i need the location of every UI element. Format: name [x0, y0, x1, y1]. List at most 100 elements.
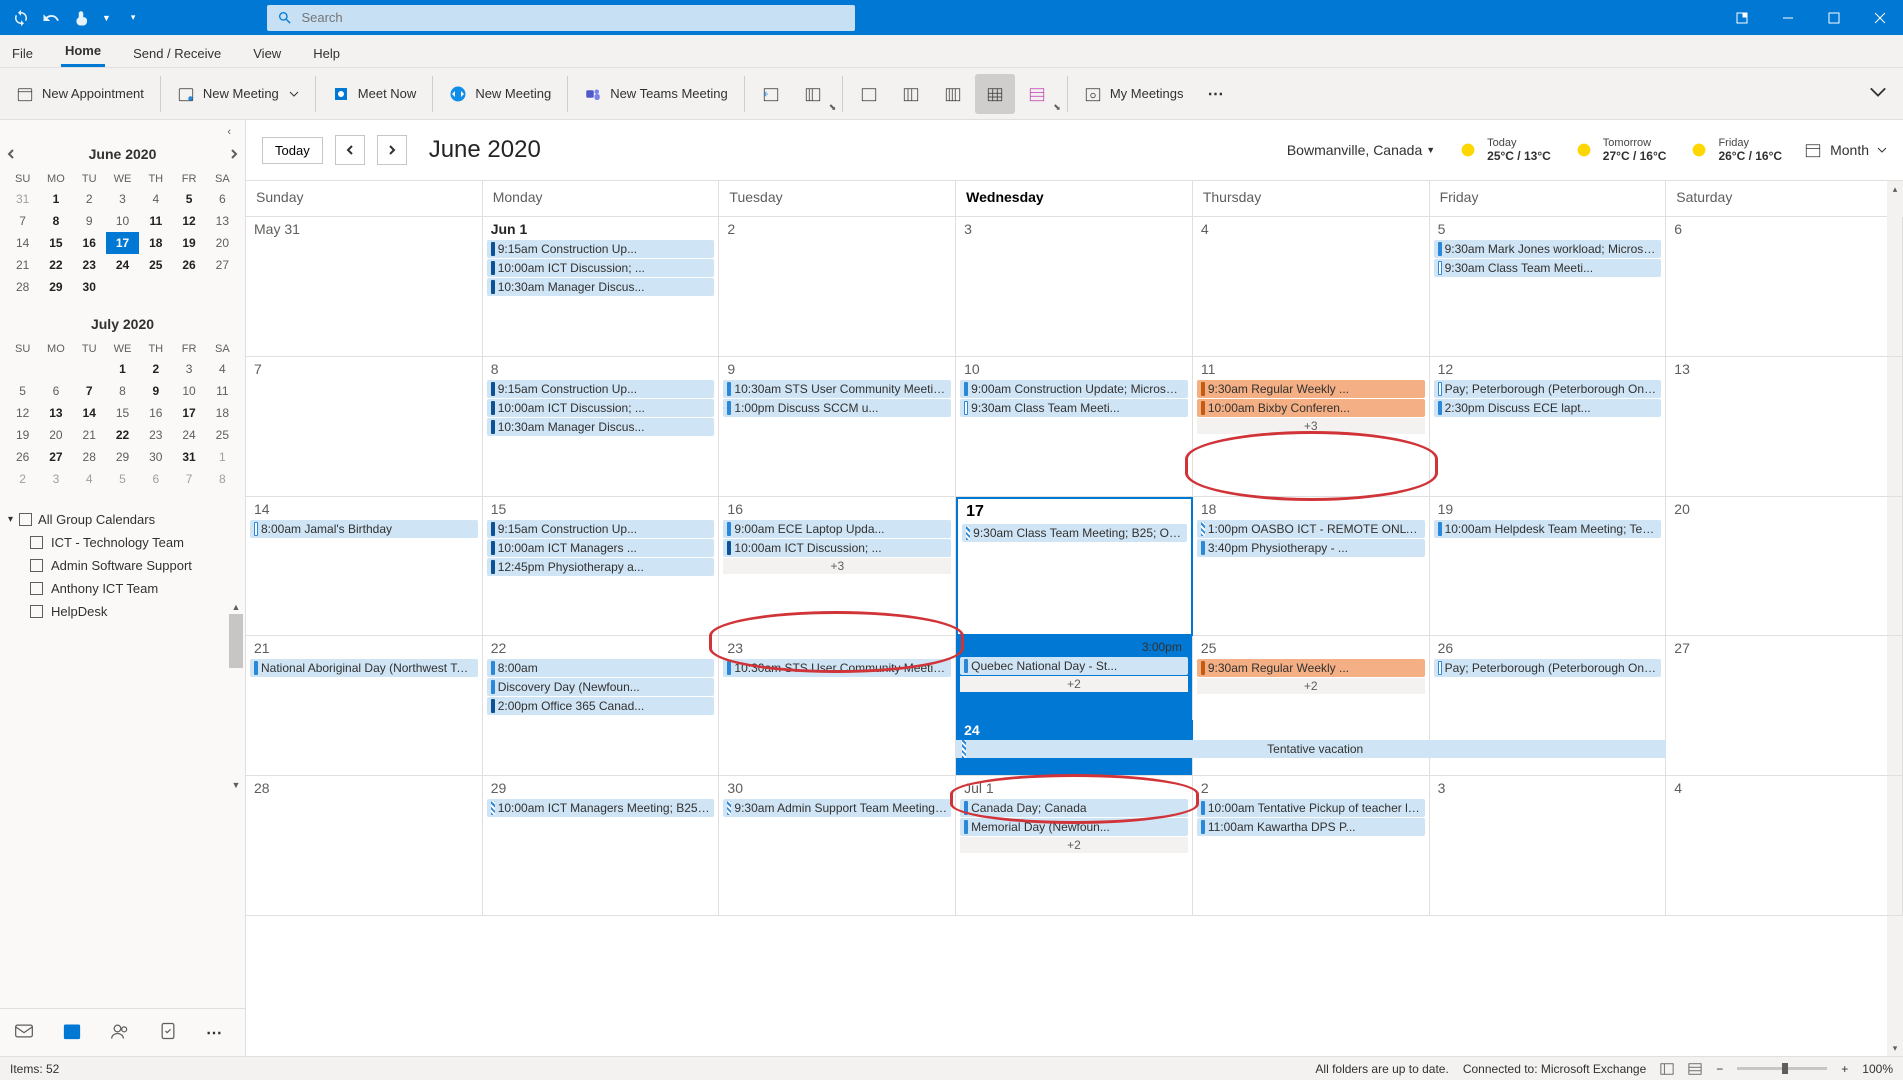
- prev-period-button[interactable]: [335, 135, 365, 165]
- mini-day[interactable]: 28: [73, 446, 106, 468]
- mini-day[interactable]: 8: [206, 468, 239, 490]
- mini-day[interactable]: [73, 358, 106, 380]
- event-item[interactable]: 9:00am ECE Laptop Upda...: [723, 520, 951, 538]
- checkbox-icon[interactable]: [30, 582, 43, 595]
- event-item[interactable]: 10:30am Manager Discus...: [487, 278, 715, 296]
- tab-view[interactable]: View: [249, 40, 285, 67]
- mini-day[interactable]: 10: [106, 210, 139, 232]
- mini-day[interactable]: 21: [73, 424, 106, 446]
- mini-day[interactable]: 13: [39, 402, 72, 424]
- people-nav-icon[interactable]: [110, 1021, 130, 1044]
- event-item[interactable]: 9:30am Class Team Meeti...: [1434, 259, 1662, 277]
- mini-day[interactable]: 5: [6, 380, 39, 402]
- mini-day[interactable]: 9: [139, 380, 172, 402]
- mini-day[interactable]: 31: [172, 446, 205, 468]
- day-cell[interactable]: 4: [1666, 776, 1903, 916]
- mini-day[interactable]: 30: [73, 276, 106, 298]
- mini-day[interactable]: 5: [106, 468, 139, 490]
- new-appointment-button[interactable]: New Appointment: [6, 74, 154, 114]
- mini-day[interactable]: 2: [73, 188, 106, 210]
- zoom-in-button[interactable]: +: [1841, 1062, 1848, 1076]
- mini-day[interactable]: [6, 358, 39, 380]
- more-events-indicator[interactable]: +3: [1197, 418, 1425, 434]
- day-view-button[interactable]: [849, 74, 889, 114]
- today-button[interactable]: Today: [262, 137, 323, 164]
- event-item[interactable]: 10:30am STS User Community Meeting; STS.…: [723, 659, 951, 677]
- event-item[interactable]: Canada Day; Canada: [960, 799, 1188, 817]
- mini-day[interactable]: 9: [73, 210, 106, 232]
- zoom-slider[interactable]: [1737, 1067, 1827, 1070]
- search-input[interactable]: [301, 10, 845, 25]
- day-cell[interactable]: 2: [719, 217, 956, 357]
- tab-help[interactable]: Help: [309, 40, 344, 67]
- event-item[interactable]: 9:15am Construction Up...: [487, 240, 715, 258]
- mini-day[interactable]: 31: [6, 188, 39, 210]
- checkbox-icon[interactable]: [30, 605, 43, 618]
- event-item[interactable]: Quebec National Day - St...: [960, 657, 1188, 675]
- day-cell[interactable]: 1910:00am Helpdesk Team Meeting; Teams; …: [1430, 497, 1667, 637]
- day-cell[interactable]: 6: [1666, 217, 1903, 357]
- event-item[interactable]: Discovery Day (Newfoun...: [487, 678, 715, 696]
- mini-day[interactable]: 23: [139, 424, 172, 446]
- mini-day[interactable]: 1: [206, 446, 239, 468]
- event-item[interactable]: 9:30am Regular Weekly ...: [1197, 659, 1425, 677]
- mini-day[interactable]: 10: [172, 380, 205, 402]
- mini-day[interactable]: 4: [73, 468, 106, 490]
- day-cell[interactable]: 21National Aboriginal Day (Northwest Ter…: [246, 636, 483, 776]
- mini-day[interactable]: 22: [106, 424, 139, 446]
- event-item[interactable]: Memorial Day (Newfoun...: [960, 818, 1188, 836]
- mini-day[interactable]: 3: [39, 468, 72, 490]
- mini-day[interactable]: 11: [206, 380, 239, 402]
- event-item[interactable]: 9:30am Mark Jones workload; Microsoft Te…: [1434, 240, 1662, 258]
- checkbox-icon[interactable]: [30, 536, 43, 549]
- calendar-group-toggle[interactable]: ▾ All Group Calendars: [8, 508, 237, 531]
- mini-day[interactable]: 7: [73, 380, 106, 402]
- spanning-event[interactable]: Tentative vacation: [956, 740, 1666, 758]
- day-cell[interactable]: Jun 19:15am Construction Up...10:00am IC…: [483, 217, 720, 357]
- mini-day[interactable]: 24: [172, 424, 205, 446]
- mini-day[interactable]: 26: [172, 254, 205, 276]
- day-cell[interactable]: 13: [1666, 357, 1903, 497]
- touch-icon[interactable]: [72, 9, 90, 27]
- goto-today-button[interactable]: [751, 74, 791, 114]
- checkbox-icon[interactable]: [19, 513, 32, 526]
- my-meetings-button[interactable]: My Meetings: [1074, 74, 1194, 114]
- day-cell[interactable]: 181:00pm OASBO ICT - REMOTE ONLY; OASBO …: [1193, 497, 1430, 637]
- day-cell[interactable]: 2310:30am STS User Community Meeting; ST…: [719, 636, 956, 776]
- weather-item[interactable]: Today25°C / 13°C: [1457, 137, 1551, 163]
- mini-day[interactable]: 13: [206, 210, 239, 232]
- event-item[interactable]: 8:00am Jamal's Birthday: [250, 520, 478, 538]
- mini-day[interactable]: 23: [73, 254, 106, 276]
- mini-day[interactable]: 2: [6, 468, 39, 490]
- mini-day[interactable]: 15: [106, 402, 139, 424]
- event-item[interactable]: 1:00pm Discuss SCCM u...: [723, 399, 951, 417]
- mini-day[interactable]: 26: [6, 446, 39, 468]
- event-item[interactable]: 10:00am Tentative Pickup of teacher lapt…: [1197, 799, 1425, 817]
- mini-day[interactable]: 1: [106, 358, 139, 380]
- event-item[interactable]: 10:00am ICT Discussion; ...: [723, 539, 951, 557]
- mini-day[interactable]: 28: [6, 276, 39, 298]
- next-7-days-button[interactable]: [793, 74, 833, 114]
- mini-day[interactable]: 24: [106, 254, 139, 276]
- mini-day[interactable]: 6: [139, 468, 172, 490]
- event-item[interactable]: 9:15am Construction Up...: [487, 380, 715, 398]
- mini-day[interactable]: 7: [172, 468, 205, 490]
- calendar-list-item[interactable]: ICT - Technology Team: [8, 531, 237, 554]
- mini-day[interactable]: 25: [139, 254, 172, 276]
- tab-home[interactable]: Home: [61, 37, 105, 67]
- more-events-indicator[interactable]: +2: [960, 676, 1188, 692]
- event-item[interactable]: 10:00am ICT Discussion; ...: [487, 259, 715, 277]
- mini-day[interactable]: 3: [172, 358, 205, 380]
- mini-day[interactable]: 4: [139, 188, 172, 210]
- event-item[interactable]: 9:30am Class Team Meeting; B25; Owen McI…: [962, 524, 1187, 542]
- close-button[interactable]: [1857, 0, 1903, 35]
- event-item[interactable]: 3:40pm Physiotherapy - ...: [1197, 539, 1425, 557]
- day-cell[interactable]: 20: [1666, 497, 1903, 637]
- teamviewer-meeting-button[interactable]: New Meeting: [439, 74, 561, 114]
- workweek-view-button[interactable]: [891, 74, 931, 114]
- reading-view-icon[interactable]: [1688, 1062, 1702, 1076]
- collapse-ribbon-icon[interactable]: [1869, 83, 1887, 101]
- event-item[interactable]: Pay; Peterborough (Peterborough Ontario,…: [1434, 380, 1662, 398]
- mini-day[interactable]: 14: [6, 232, 39, 254]
- event-item[interactable]: 9:00am Construction Update; Microsoft Te…: [960, 380, 1188, 398]
